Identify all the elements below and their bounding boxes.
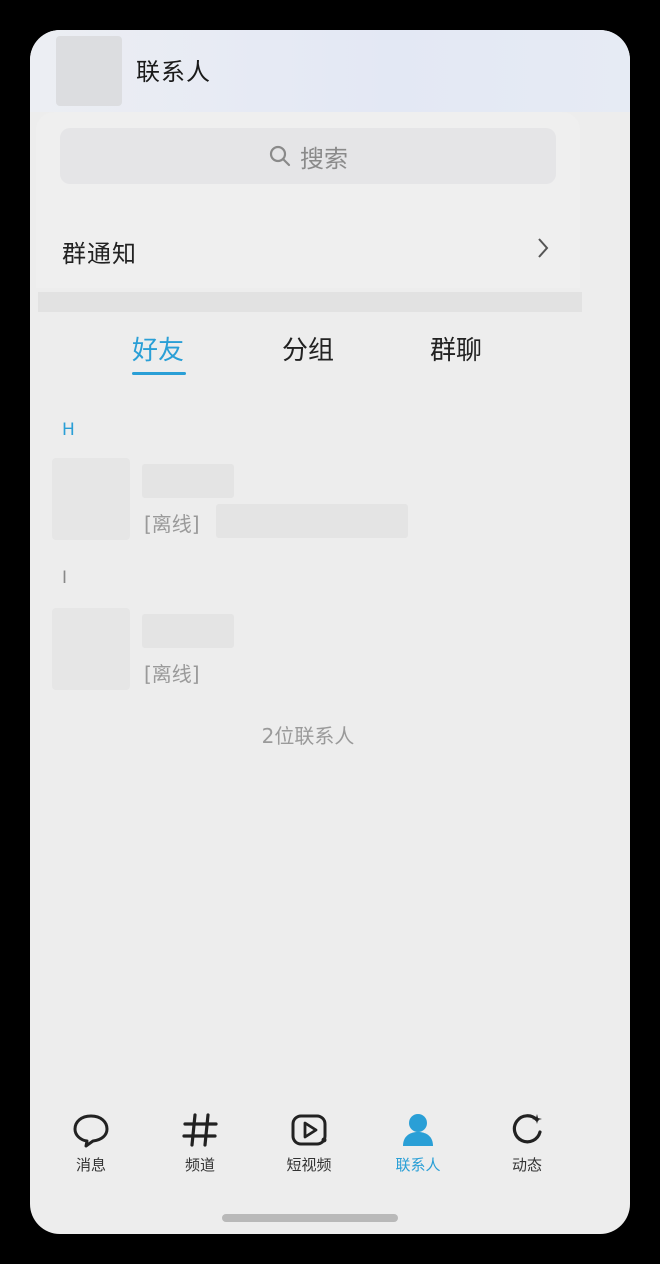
video-icon (291, 1114, 327, 1146)
tab-friends[interactable]: 好友 (132, 330, 184, 367)
refresh-star-icon (512, 1114, 542, 1144)
search-icon (269, 145, 291, 167)
contact-name-redacted (142, 464, 234, 498)
nav-item-messages[interactable]: 消息 (46, 1110, 136, 1175)
person-icon (403, 1114, 433, 1146)
contact-signature-redacted (216, 504, 408, 538)
contact-row[interactable]: [离线] (30, 608, 630, 694)
contact-avatar (52, 458, 130, 540)
nav-label: 消息 (75, 1156, 106, 1174)
group-notice-label: 群通知 (62, 240, 137, 268)
contact-status: [离线] (144, 512, 200, 536)
section-letter-h: H (62, 420, 75, 440)
nav-item-contacts[interactable]: 联系人 (373, 1110, 463, 1175)
nav-label: 联系人 (395, 1156, 441, 1174)
nav-item-channels[interactable]: 频道 (155, 1110, 245, 1175)
contact-row[interactable]: [离线] (30, 458, 630, 544)
tab-groups[interactable]: 分组 (282, 330, 334, 367)
home-indicator[interactable] (222, 1214, 398, 1222)
contact-name-redacted (142, 614, 234, 648)
search-bar[interactable]: 搜索 (60, 128, 556, 184)
search-placeholder: 搜索 (300, 144, 348, 173)
user-avatar[interactable] (56, 36, 122, 106)
bottom-nav: 消息 频道 短视频 联系人 动态 (30, 1110, 630, 1200)
contact-avatar (52, 608, 130, 690)
contact-status: [离线] (144, 662, 200, 686)
tab-group-chats[interactable]: 群聊 (430, 330, 482, 367)
top-header: 联系人 (30, 30, 630, 112)
nav-label: 短视频 (286, 1156, 332, 1174)
section-divider (38, 292, 582, 312)
section-letter-i: I (62, 568, 68, 588)
contacts-count: 2位联系人 (261, 724, 355, 748)
page-title: 联系人 (136, 58, 211, 86)
nav-item-short-video[interactable]: 短视频 (264, 1110, 354, 1175)
nav-item-moments[interactable]: 动态 (482, 1110, 572, 1175)
contact-tabs: 好友 分组 群聊 (30, 330, 630, 390)
hash-icon (182, 1113, 218, 1147)
chevron-right-icon (538, 238, 549, 258)
nav-label: 动态 (511, 1156, 542, 1174)
group-notice-row[interactable]: 群通知 (30, 220, 570, 276)
nav-label: 频道 (184, 1156, 215, 1174)
phone-screen: 联系人 搜索 群通知 好友 分组 群聊 H [离线] I [离线] 2位联系人 (30, 30, 630, 1234)
chat-bubble-icon (73, 1114, 109, 1148)
tab-active-underline (132, 372, 186, 375)
